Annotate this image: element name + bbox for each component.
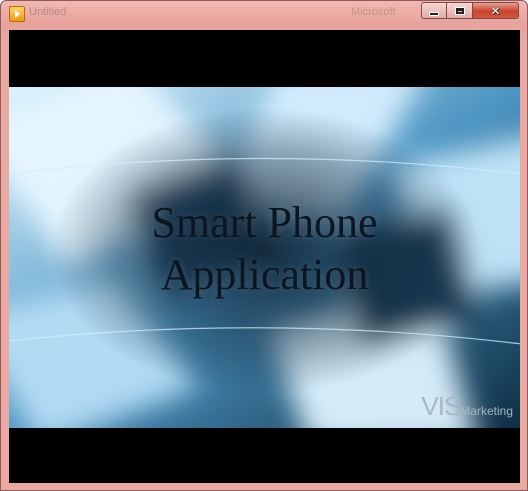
maximize-icon: [455, 7, 464, 14]
maximize-button[interactable]: [447, 2, 473, 19]
title-bar[interactable]: Untitled Microsoft ✕: [1, 1, 527, 25]
watermark-suffix: Marketing: [460, 404, 513, 418]
window-title-ghost: Microsoft: [351, 6, 396, 18]
slide-title-line-1: Smart Phone: [151, 198, 378, 247]
media-player-window: Untitled Microsoft ✕ Smart Phone Applica…: [0, 0, 528, 491]
minimize-icon: [430, 13, 438, 15]
close-icon: ✕: [490, 3, 501, 18]
close-button[interactable]: ✕: [473, 2, 519, 19]
minimize-button[interactable]: [421, 2, 447, 19]
slide-title: Smart Phone Application: [9, 197, 520, 301]
slide-title-line-2: Application: [160, 250, 369, 299]
vis-marketing-watermark: VISMarketing: [421, 391, 513, 422]
window-title: Untitled: [29, 6, 67, 18]
video-area[interactable]: Smart Phone Application VISMarketing: [9, 30, 520, 483]
watermark-brand: VIS: [421, 391, 461, 421]
video-frame: Smart Phone Application VISMarketing: [9, 87, 520, 428]
play-icon[interactable]: [9, 6, 25, 22]
